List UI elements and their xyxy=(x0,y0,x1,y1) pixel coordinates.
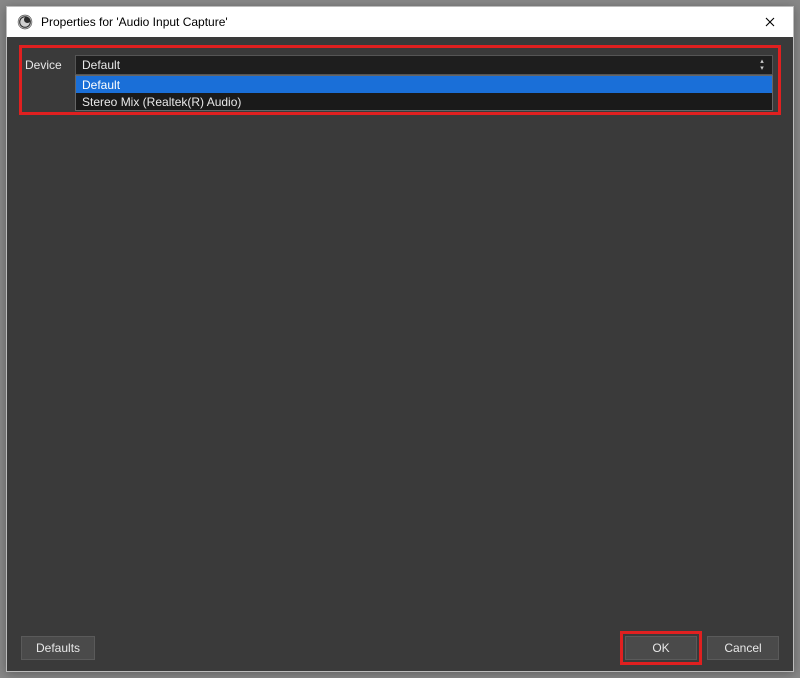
ok-button[interactable]: OK xyxy=(625,636,697,660)
obs-icon xyxy=(17,14,33,30)
combo-spinner-icon: ▴▾ xyxy=(756,58,768,72)
dialog-window: Properties for 'Audio Input Capture' Dev… xyxy=(6,6,794,672)
dialog-footer: Defaults OK Cancel xyxy=(7,625,793,671)
cancel-button[interactable]: Cancel xyxy=(707,636,779,660)
device-label: Device xyxy=(25,55,75,72)
device-option[interactable]: Stereo Mix (Realtek(R) Audio) xyxy=(76,93,772,110)
ok-button-wrap: OK xyxy=(625,636,697,660)
dialog-body: Device Default ▴▾ Default Stereo Mix (Re… xyxy=(7,37,793,671)
close-button[interactable] xyxy=(747,7,793,37)
device-combo-value: Default xyxy=(82,58,120,72)
device-combo[interactable]: Default ▴▾ xyxy=(75,55,773,75)
titlebar: Properties for 'Audio Input Capture' xyxy=(7,7,793,37)
device-option[interactable]: Default xyxy=(76,76,772,93)
device-row: Device Default ▴▾ Default Stereo Mix (Re… xyxy=(25,55,773,75)
window-title: Properties for 'Audio Input Capture' xyxy=(41,15,747,29)
device-dropdown: Default Stereo Mix (Realtek(R) Audio) xyxy=(75,75,773,111)
defaults-button[interactable]: Defaults xyxy=(21,636,95,660)
device-combo-wrap: Default ▴▾ Default Stereo Mix (Realtek(R… xyxy=(75,55,773,75)
